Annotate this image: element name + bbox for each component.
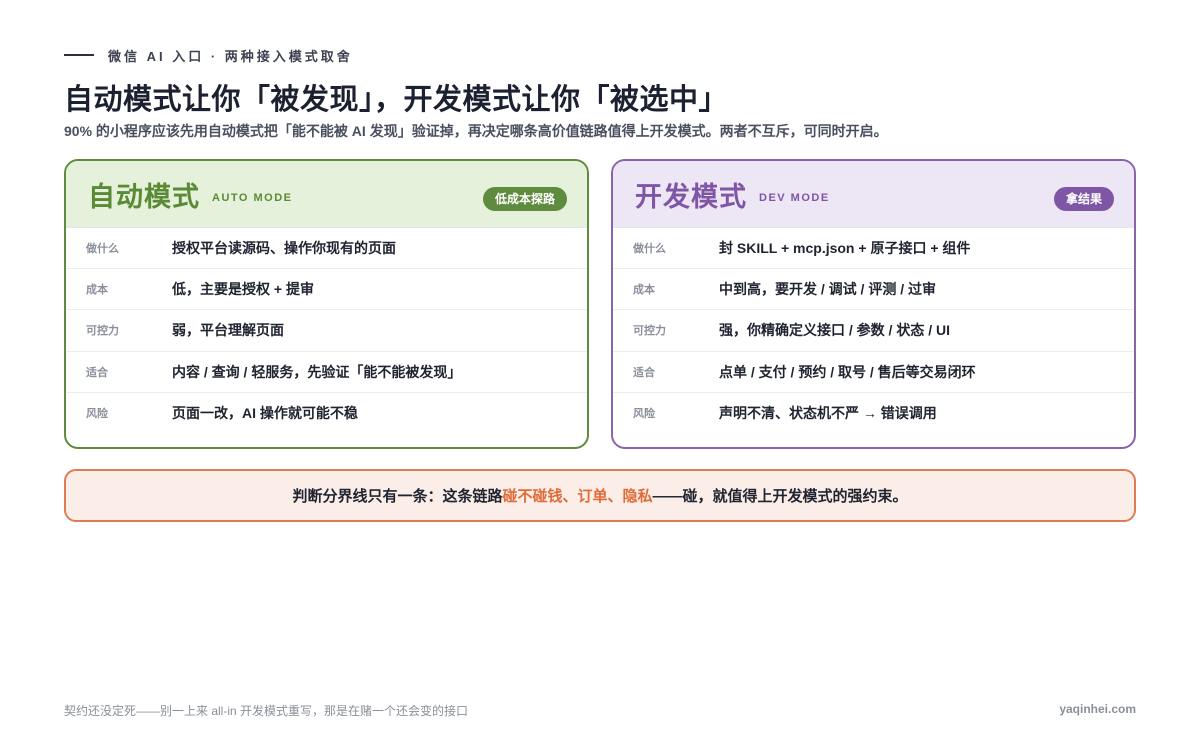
verdict-prefix: 判断分界线只有一条：这条链路 (292, 488, 503, 505)
row-value: 低，主要是授权 + 提审 (172, 281, 314, 298)
row-label: 可控力 (86, 325, 119, 338)
row-value: 点单 / 支付 / 预约 / 取号 / 售后等交易闭环 (719, 363, 976, 380)
auto-row-what: 做什么 授权平台读源码、操作你现有的页面 (66, 228, 587, 270)
dev-row-control: 可控力 强，你精确定义接口 / 参数 / 状态 / UI (613, 310, 1134, 352)
auto-row-control: 可控力 弱，平台理解页面 (66, 310, 587, 352)
verdict-highlight: 碰不碰钱、订单、隐私 (502, 488, 653, 505)
row-value: 授权平台读源码、操作你现有的页面 (172, 240, 396, 257)
page-title: 自动模式让你「被发现」，开发模式让你「被选中」 (64, 84, 729, 116)
auto-row-risk: 风险 页面一改，AI 操作就可能不稳 (66, 393, 587, 434)
dev-mode-title: 开发模式 (635, 181, 747, 212)
verdict-banner: 判断分界线只有一条：这条链路 碰不碰钱、订单、隐私 ——碰，就值得上开发模式的强约束… (64, 469, 1136, 522)
row-label: 适合 (86, 366, 108, 379)
row-value: 中到高，要开发 / 调试 / 评测 / 过审 (719, 281, 937, 298)
row-value: 页面一改，AI 操作就可能不稳 (172, 405, 358, 422)
dev-row-fit: 适合 点单 / 支付 / 预约 / 取号 / 售后等交易闭环 (613, 352, 1134, 393)
verdict-suffix: ——碰，就值得上开发模式的强约束。 (652, 488, 908, 505)
row-value: 强，你精确定义接口 / 参数 / 状态 / UI (719, 322, 951, 339)
auto-row-cost: 成本 低，主要是授权 + 提审 (66, 269, 587, 311)
row-label: 做什么 (633, 243, 666, 256)
auto-mode-title: 自动模式 (88, 181, 200, 212)
dev-row-what: 做什么 封 SKILL + mcp.json + 原子接口 + 组件 (613, 228, 1134, 270)
row-value: 封 SKILL + mcp.json + 原子接口 + 组件 (719, 240, 971, 257)
row-value: 声明不清、状态机不严 → 错误调用 (719, 405, 937, 422)
footer-site: yaqinhei.com (1059, 702, 1136, 716)
row-label: 成本 (86, 284, 108, 297)
dev-mode-card-header: 开发模式 DEV MODE 拿结果 (613, 161, 1134, 228)
kicker: 微信 AI 入口 · 两种接入模式取舍 (64, 46, 353, 64)
dev-mode-badge: 拿结果 (1053, 187, 1114, 211)
row-label: 成本 (633, 284, 655, 297)
auto-row-fit: 适合 内容 / 查询 / 轻服务，先验证「能不能被发现」 (66, 352, 587, 393)
row-value: 弱，平台理解页面 (172, 322, 284, 339)
auto-mode-subtitle: AUTO MODE (212, 192, 293, 204)
dev-row-cost: 成本 中到高，要开发 / 调试 / 评测 / 过审 (613, 269, 1134, 311)
row-label: 适合 (633, 366, 655, 379)
dev-row-risk: 风险 声明不清、状态机不严 → 错误调用 (613, 393, 1134, 434)
row-value: 内容 / 查询 / 轻服务，先验证「能不能被发现」 (172, 363, 462, 380)
kicker-text: 微信 AI 入口 · 两种接入模式取舍 (108, 48, 353, 64)
dev-mode-subtitle: DEV MODE (759, 192, 830, 204)
auto-mode-badge: 低成本探路 (482, 187, 567, 211)
kicker-divider (64, 54, 94, 56)
dev-mode-card: 开发模式 DEV MODE 拿结果 做什么 封 SKILL + mcp.json… (611, 159, 1136, 449)
page-subtitle: 90% 的小程序应该先用自动模式把「能不能被 AI 发现」验证掉，再决定哪条高价… (64, 123, 888, 139)
slide: 微信 AI 入口 · 两种接入模式取舍 自动模式让你「被发现」，开发模式让你「被… (0, 0, 1200, 740)
auto-mode-card-header: 自动模式 AUTO MODE 低成本探路 (66, 161, 587, 228)
row-label: 风险 (633, 408, 655, 421)
auto-mode-card: 自动模式 AUTO MODE 低成本探路 做什么 授权平台读源码、操作你现有的页… (64, 159, 589, 449)
footer-note: 契约还没定死——别一上来 all-in 开发模式重写，那是在赌一个还会变的接口 (64, 704, 469, 718)
row-label: 做什么 (86, 243, 119, 256)
row-label: 可控力 (633, 325, 666, 338)
row-label: 风险 (86, 408, 108, 421)
